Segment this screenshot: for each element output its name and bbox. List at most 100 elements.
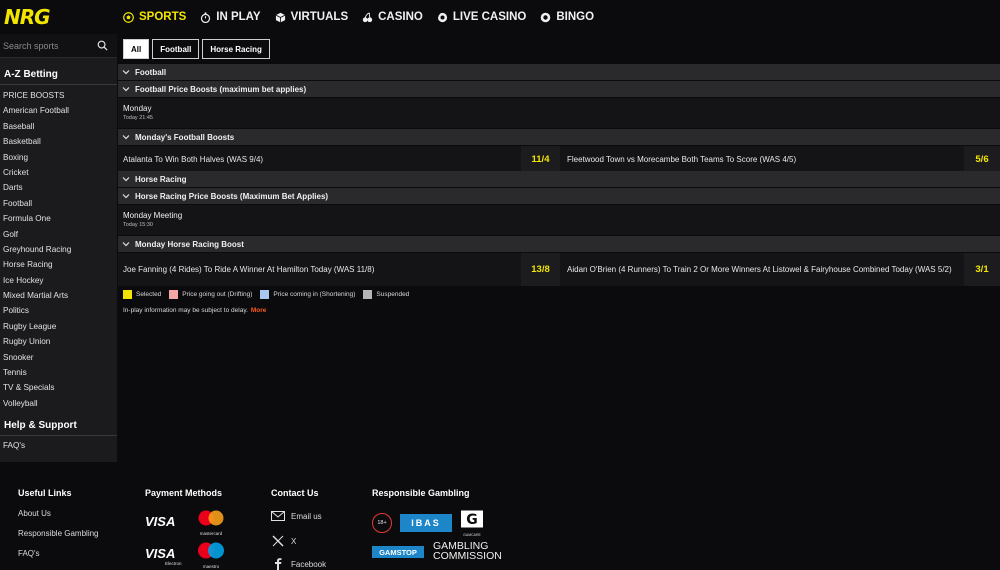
age-18-badge: 18+: [372, 513, 392, 533]
electron-label: Electron: [165, 561, 182, 566]
envelope-icon: [271, 511, 285, 521]
section-monday-horse-racing-boost[interactable]: Monday Horse Racing Boost: [118, 236, 1000, 252]
mastercard-icon: [198, 510, 224, 526]
commission-line-2: COMMISSION: [433, 550, 502, 562]
filter-horse-racing[interactable]: Horse Racing: [202, 39, 270, 59]
sidebar-item-basketball[interactable]: Basketball: [3, 134, 71, 149]
nav-label: SPORTS: [139, 11, 187, 23]
sidebar-item-faqs[interactable]: FAQ's: [3, 438, 25, 453]
legend-swatch: [363, 290, 373, 299]
section-title: Horse Racing Price Boosts (Maximum Bet A…: [135, 191, 329, 201]
nav-virtuals[interactable]: VIRTUALS: [275, 11, 348, 23]
search-input[interactable]: [0, 40, 92, 51]
main-nav: SPORTS IN PLAY VIRTUALS CASINO LIVE CASI…: [123, 0, 594, 34]
sidebar-item-volleyball[interactable]: Volleyball: [3, 396, 71, 411]
more-link[interactable]: More: [251, 307, 267, 314]
visa-electron-logo: VISA: [145, 546, 176, 561]
sports-search: [0, 34, 117, 58]
gamcare-icon: G: [461, 510, 483, 528]
meeting-row[interactable]: Monday Today 21:45: [118, 98, 1000, 128]
sidebar-item-horse-racing[interactable]: Horse Racing: [3, 257, 71, 272]
nav-sports[interactable]: SPORTS: [123, 11, 186, 23]
sidebar-item-rugby-league[interactable]: Rugby League: [3, 319, 71, 334]
sidebar-item-tv-specials[interactable]: TV & Specials: [3, 380, 71, 395]
selection-row: Joe Fanning (4 Rides) To Ride A Winner A…: [118, 253, 1000, 286]
section-football[interactable]: Football: [118, 64, 1000, 80]
x-logo-icon: [272, 535, 284, 547]
sidebar-item-mma[interactable]: Mixed Martial Arts: [3, 288, 71, 303]
section-title: Monday's Football Boosts: [135, 132, 235, 142]
brand-logo[interactable]: NRG: [4, 5, 54, 29]
price-button[interactable]: 13/8: [521, 253, 560, 286]
section-title: Football Price Boosts (maximum bet appli…: [135, 84, 307, 94]
sidebar-item-snooker[interactable]: Snooker: [3, 350, 71, 365]
chevron-down-icon: [122, 242, 130, 247]
sidebar-item-golf[interactable]: Golf: [3, 227, 71, 242]
responsible-gambling-heading: Responsible Gambling: [372, 488, 470, 498]
section-mondays-football-boosts[interactable]: Monday's Football Boosts: [118, 129, 1000, 145]
footer: Useful Links About Us Responsible Gambli…: [0, 462, 1000, 570]
nav-casino[interactable]: CASINO: [362, 11, 423, 23]
legend-swatch: [169, 290, 179, 299]
chevron-down-icon: [122, 194, 130, 199]
search-icon[interactable]: [97, 40, 108, 51]
sidebar-item-greyhound-racing[interactable]: Greyhound Racing: [3, 242, 71, 257]
section-title: Football: [135, 67, 167, 77]
help-support-heading: Help & Support: [4, 420, 77, 431]
sidebar-item-cricket[interactable]: Cricket: [3, 165, 71, 180]
sidebar-item-boxing[interactable]: Boxing: [3, 150, 71, 165]
nav-in-play[interactable]: IN PLAY: [200, 11, 261, 23]
divider: [0, 84, 117, 85]
price-button[interactable]: 11/4: [521, 146, 560, 172]
sidebar-item-tennis[interactable]: Tennis: [3, 365, 71, 380]
sidebar-item-ice-hockey[interactable]: Ice Hockey: [3, 273, 71, 288]
soccer-ball-icon: [123, 11, 134, 23]
gamcare-logo: G GAMCARE: [460, 510, 484, 537]
selection-name: Joe Fanning (4 Rides) To Ride A Winner A…: [123, 265, 375, 274]
bingo-ball-icon: [541, 12, 551, 22]
legend-item: Suspended: [363, 290, 409, 299]
sidebar-item-american-football[interactable]: American Football: [3, 103, 71, 118]
cube-icon: [275, 12, 285, 22]
footer-link-faqs[interactable]: FAQ's: [18, 549, 40, 558]
price-button[interactable]: 5/6: [964, 146, 1000, 172]
contact-x[interactable]: X: [271, 535, 296, 547]
sidebar-item-football[interactable]: Football: [3, 196, 71, 211]
sidebar: A-Z Betting PRICE BOOSTS American Footba…: [0, 34, 117, 462]
nav-label: BINGO: [556, 11, 595, 23]
sidebar-item-darts[interactable]: Darts: [3, 180, 71, 195]
nav-bingo[interactable]: BINGO: [540, 11, 594, 23]
contact-email[interactable]: Email us: [271, 511, 322, 521]
footer-link-about-us[interactable]: About Us: [18, 509, 51, 518]
gamcare-label: GAMCARE: [463, 533, 481, 537]
meeting-time: Today 15:30: [123, 222, 153, 228]
sidebar-item-rugby-union[interactable]: Rugby Union: [3, 334, 71, 349]
price-legend: Selected Price going out (Drifting) Pric…: [123, 290, 409, 299]
nav-live-casino[interactable]: LIVE CASINO: [437, 11, 526, 23]
meeting-row[interactable]: Monday Meeting Today 15:30: [118, 205, 1000, 235]
contact-facebook[interactable]: Facebook: [271, 558, 326, 570]
section-football-price-boosts[interactable]: Football Price Boosts (maximum bet appli…: [118, 81, 1000, 97]
chevron-down-icon: [122, 70, 130, 75]
section-horse-racing-price-boosts[interactable]: Horse Racing Price Boosts (Maximum Bet A…: [118, 188, 1000, 204]
price-button[interactable]: 3/1: [964, 253, 1000, 286]
visa-logo: VISA: [145, 514, 176, 529]
sidebar-item-baseball[interactable]: Baseball: [3, 119, 71, 134]
legend-swatch: [123, 290, 132, 299]
maestro-logo: maestro: [195, 542, 227, 569]
nav-label: LIVE CASINO: [452, 11, 527, 23]
filter-football[interactable]: Football: [152, 39, 200, 59]
section-horse-racing[interactable]: Horse Racing: [118, 171, 1000, 187]
mastercard-label: mastercard: [199, 531, 223, 536]
svg-text:G: G: [466, 512, 478, 528]
footer-link-responsible-gambling[interactable]: Responsible Gambling: [18, 529, 99, 538]
section-title: Monday Horse Racing Boost: [135, 239, 244, 249]
sidebar-item-price-boosts[interactable]: PRICE BOOSTS: [3, 88, 71, 103]
chevron-down-icon: [122, 177, 130, 182]
filter-all[interactable]: All: [123, 39, 150, 59]
gambling-commission-logo: GAMBLING COMMISSION: [433, 541, 502, 562]
note-text: In-play information may be subject to de…: [123, 307, 248, 314]
sidebar-item-formula-one[interactable]: Formula One: [3, 211, 71, 226]
sidebar-item-politics[interactable]: Politics: [3, 303, 71, 318]
top-bar: NRG SPORTS IN PLAY VIRTUALS CASINO LIVE …: [0, 0, 1000, 34]
